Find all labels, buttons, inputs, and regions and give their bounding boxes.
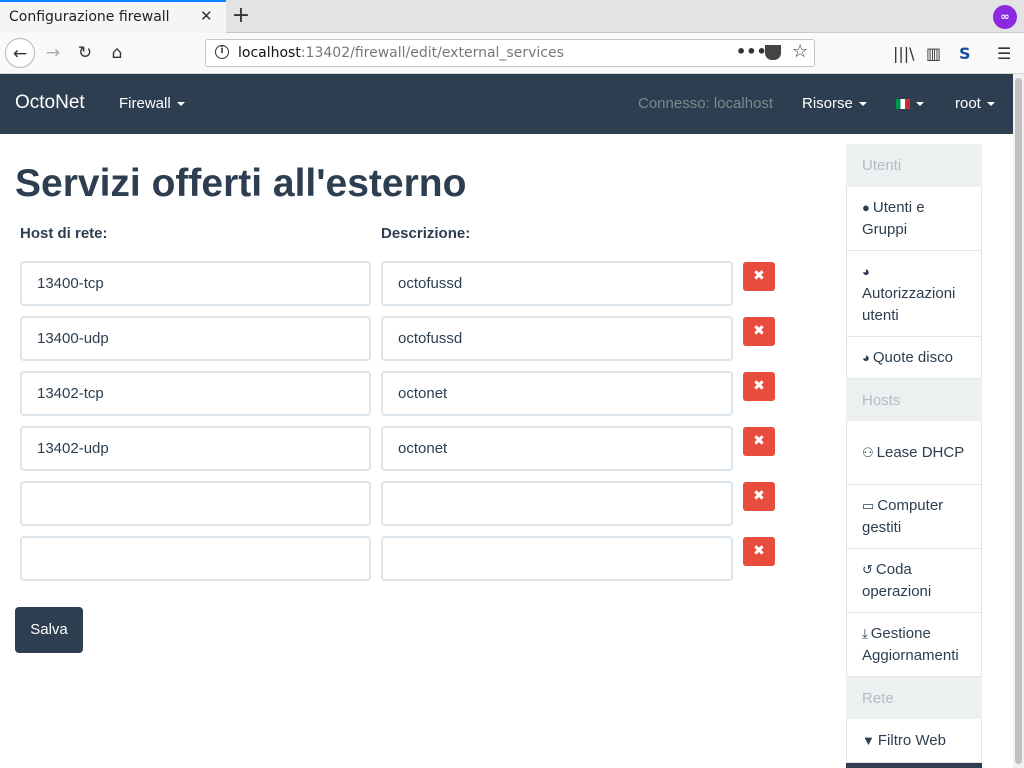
desktop-icon: ▭ bbox=[862, 497, 875, 513]
sidebar-item-computer-gestiti[interactable]: ▭ Computer gestiti bbox=[846, 485, 982, 549]
scrollbar-thumb[interactable] bbox=[1015, 78, 1022, 764]
caret-down-icon bbox=[176, 102, 185, 107]
sidebar-item-active[interactable] bbox=[846, 763, 982, 768]
caret-down-icon bbox=[858, 102, 867, 107]
url-text: localhost:13402/firewall/edit/external_s… bbox=[238, 45, 564, 61]
tab-title: Configurazione firewall bbox=[9, 9, 170, 25]
sidebar-item-autorizzazioni[interactable]: ◕ Autorizzazioni utenti bbox=[846, 251, 982, 337]
reload-icon[interactable]: ↻ bbox=[70, 38, 100, 68]
times-icon: ✖ bbox=[753, 378, 765, 394]
times-icon: ✖ bbox=[753, 433, 765, 449]
host-input[interactable] bbox=[20, 481, 371, 526]
host-column-label: Host di rete: bbox=[20, 225, 108, 242]
language-menu[interactable] bbox=[896, 95, 924, 112]
user-circle-icon: ● bbox=[862, 199, 870, 215]
forward-icon[interactable]: → bbox=[38, 38, 68, 68]
sidebar-header-utenti: Utenti bbox=[846, 144, 982, 187]
pie-chart-icon: ◕ bbox=[862, 349, 870, 365]
caret-down-icon bbox=[986, 102, 995, 107]
page-actions-icon[interactable]: ••• bbox=[736, 42, 767, 61]
library-icon[interactable]: |||\ bbox=[893, 44, 915, 63]
description-input[interactable] bbox=[381, 536, 733, 581]
host-input[interactable] bbox=[20, 536, 371, 581]
sidebar-item-quote-disco[interactable]: ◕ Quote disco bbox=[846, 337, 982, 379]
browser-toolbar: ← → ↻ ⌂ i localhost:13402/firewall/edit/… bbox=[0, 33, 1024, 74]
sidebar-header-rete: Rete bbox=[846, 677, 982, 719]
remove-row-button[interactable]: ✖ bbox=[743, 537, 775, 566]
browser-tab-bar: Configurazione firewall ✕ + ∞ bbox=[0, 0, 1024, 33]
app-navbar: OctoNet Firewall Connesso: localhost Ris… bbox=[0, 74, 1013, 134]
sidebar-item-utenti-gruppi[interactable]: ● Utenti e Gruppi bbox=[846, 187, 982, 251]
sidebar: Utenti ● Utenti e Gruppi ◕ Autorizzazioni… bbox=[846, 144, 982, 768]
private-browsing-icon: ∞ bbox=[993, 5, 1017, 29]
download-icon: ⤓ bbox=[862, 625, 868, 641]
firewall-menu[interactable]: Firewall bbox=[119, 95, 185, 112]
browser-tab[interactable]: Configurazione firewall ✕ bbox=[0, 0, 226, 33]
times-icon: ✖ bbox=[753, 543, 765, 559]
italian-flag-icon bbox=[896, 99, 910, 110]
description-input[interactable] bbox=[381, 371, 733, 416]
pie-chart-icon: ◕ bbox=[862, 263, 870, 279]
sidebar-item-filtro-web[interactable]: ▼ Filtro Web bbox=[846, 719, 982, 763]
times-icon: ✖ bbox=[753, 488, 765, 504]
close-tab-icon[interactable]: ✕ bbox=[200, 7, 213, 25]
remove-row-button[interactable]: ✖ bbox=[743, 482, 775, 511]
sidebar-item-lease-dhcp[interactable]: ⚇ Lease DHCP bbox=[846, 421, 982, 485]
remove-row-button[interactable]: ✖ bbox=[743, 317, 775, 346]
sidebar-item-gestione-aggiornamenti[interactable]: ⤓ Gestione Aggiornamenti bbox=[846, 613, 982, 677]
site-info-icon[interactable]: i bbox=[215, 45, 229, 59]
handshake-icon: ⚇ bbox=[862, 444, 874, 460]
pocket-icon[interactable] bbox=[765, 45, 781, 60]
host-input[interactable] bbox=[20, 371, 371, 416]
host-input[interactable] bbox=[20, 316, 371, 361]
home-icon[interactable]: ⌂ bbox=[102, 38, 132, 68]
times-icon: ✖ bbox=[753, 323, 765, 339]
remove-row-button[interactable]: ✖ bbox=[743, 427, 775, 456]
description-column-label: Descrizione: bbox=[381, 225, 471, 242]
page: OctoNet Firewall Connesso: localhost Ris… bbox=[0, 74, 1013, 768]
user-menu[interactable]: root bbox=[955, 95, 995, 112]
brand[interactable]: OctoNet bbox=[15, 92, 85, 114]
sidebar-toggle-icon[interactable]: ▥ bbox=[926, 44, 941, 63]
host-input[interactable] bbox=[20, 426, 371, 471]
new-tab-icon[interactable]: + bbox=[231, 3, 251, 28]
caret-down-icon bbox=[916, 102, 924, 107]
description-input[interactable] bbox=[381, 426, 733, 471]
sidebar-item-coda-operazioni[interactable]: ↺ Coda operazioni bbox=[846, 549, 982, 613]
remove-row-button[interactable]: ✖ bbox=[743, 372, 775, 401]
description-input[interactable] bbox=[381, 261, 733, 306]
resources-menu[interactable]: Risorse bbox=[802, 95, 867, 112]
extension-s-icon[interactable]: S bbox=[959, 44, 971, 63]
page-title: Servizi offerti all'esterno bbox=[15, 162, 467, 205]
host-input[interactable] bbox=[20, 261, 371, 306]
connection-status: Connesso: localhost bbox=[638, 95, 774, 112]
url-bar[interactable]: i localhost:13402/firewall/edit/external… bbox=[205, 39, 815, 67]
description-input[interactable] bbox=[381, 481, 733, 526]
remove-row-button[interactable]: ✖ bbox=[743, 262, 775, 291]
menu-icon[interactable]: ☰ bbox=[997, 44, 1011, 63]
times-icon: ✖ bbox=[753, 268, 765, 284]
description-input[interactable] bbox=[381, 316, 733, 361]
back-icon[interactable]: ← bbox=[5, 38, 35, 68]
save-button[interactable]: Salva bbox=[15, 607, 83, 653]
history-icon: ↺ bbox=[862, 561, 873, 577]
sidebar-header-hosts: Hosts bbox=[846, 379, 982, 421]
bookmark-star-icon[interactable]: ☆ bbox=[792, 41, 808, 62]
page-scrollbar[interactable] bbox=[1013, 74, 1024, 768]
filter-icon: ▼ bbox=[862, 732, 875, 748]
